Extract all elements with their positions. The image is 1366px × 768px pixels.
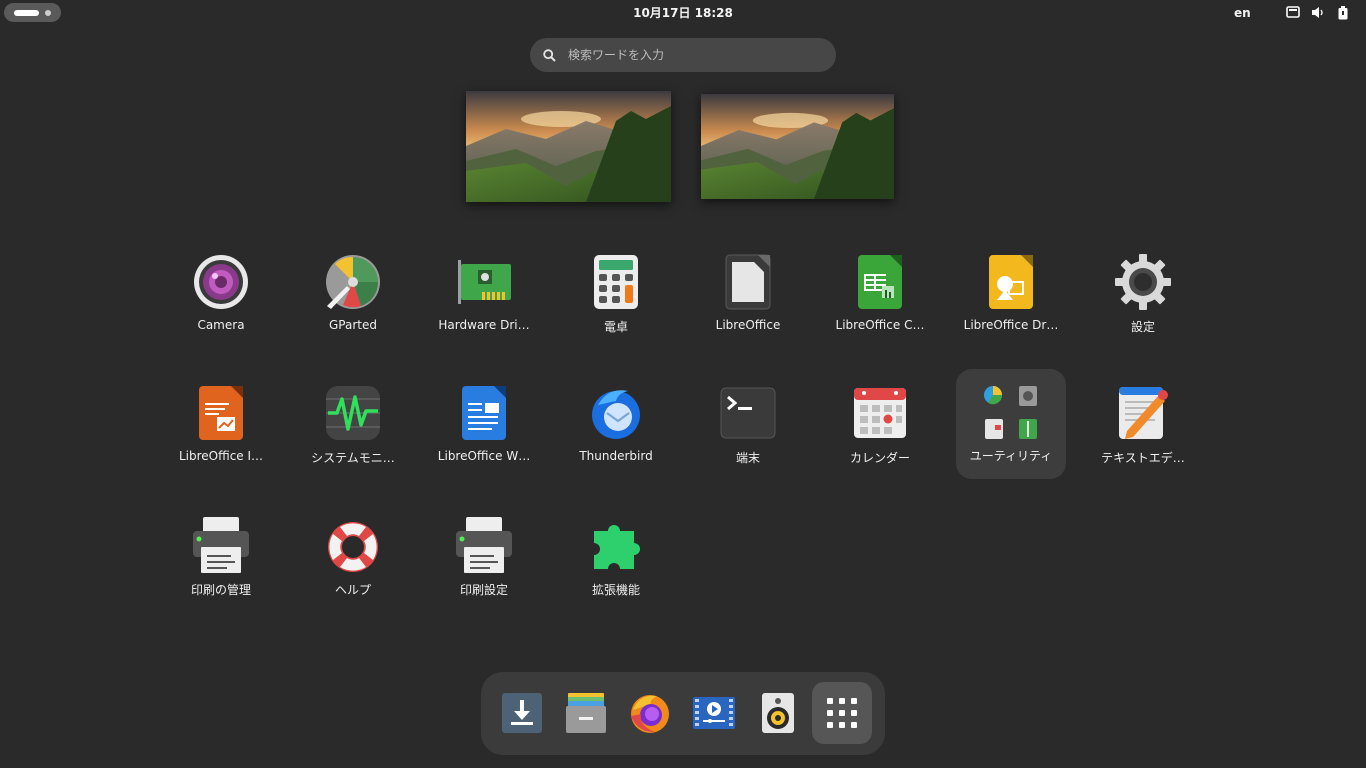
app-libreoffice-writer[interactable]: LibreOffice W… [429,371,539,481]
search-icon [543,49,556,62]
app-label: LibreOffice W… [437,449,531,463]
app-print-manager[interactable]: 印刷の管理 [166,503,276,613]
app-label: ユーティリティ [969,449,1053,463]
print-manager-icon [193,517,249,573]
app-label: LibreOffice Dr… [963,318,1059,332]
utilities-folder-icon [984,386,1037,439]
app-label: ヘルプ [334,583,371,597]
app-label: LibreOffice C… [835,318,925,332]
search-placeholder: 検索ワードを入力 [568,48,665,62]
app-label: システムモニ… [311,451,395,465]
app-libreoffice-calc[interactable]: LibreOffice C… [825,240,935,350]
firefox-icon [631,695,669,733]
libreoffice-writer-icon [462,386,506,440]
app-label: テキストエデ… [1101,451,1185,465]
app-thunderbird[interactable]: Thunderbird [561,371,671,481]
app-gparted[interactable]: GParted [298,240,408,350]
battery-icon[interactable] [1338,6,1348,20]
dock-rhythmbox[interactable] [748,682,808,744]
app-libreoffice-impress[interactable]: LibreOffice I… [166,371,276,481]
file-cabinet-icon [566,693,606,733]
app-terminal[interactable]: 端末 [693,371,803,481]
search-box[interactable]: 検索ワードを入力 [530,38,836,72]
workspace-indicator [45,10,51,16]
app-label: Thunderbird [579,449,653,463]
app-grid-icon [827,698,857,728]
app-label: 印刷設定 [459,583,508,597]
dock-downloads[interactable] [492,682,552,744]
download-icon [502,693,542,733]
print-settings-icon [456,517,512,573]
help-lifebuoy-icon [328,522,378,572]
app-calendar[interactable]: カレンダー [825,371,935,481]
app-label: 端末 [735,451,760,465]
screen-icon[interactable] [1286,6,1300,19]
app-label: Hardware Dri… [438,318,530,332]
clock[interactable]: 10月17日 18:28 [600,0,766,26]
extensions-puzzle-icon [594,525,640,569]
app-print-settings[interactable]: 印刷設定 [429,503,539,613]
app-utilities-folder[interactable]: ユーティリティ [956,369,1066,479]
app-label: Camera [197,318,245,332]
app-label: 設定 [1130,320,1155,334]
top-bar: 10月17日 18:28 en [0,0,1366,26]
app-hardware-drivers[interactable]: Hardware Dri… [429,240,539,350]
app-calculator[interactable]: 電卓 [561,240,671,350]
activities-button[interactable] [4,3,61,22]
app-text-editor[interactable]: テキストエデ… [1088,371,1198,481]
workspace-2-thumbnail[interactable] [701,94,894,199]
speaker-icon [762,693,794,733]
camera-icon [194,255,248,309]
app-camera[interactable]: Camera [166,240,276,350]
libreoffice-draw-icon [989,255,1033,309]
dock-videos[interactable] [684,682,744,744]
system-monitor-icon [326,386,380,440]
thunderbird-icon [592,390,640,439]
input-language[interactable]: en [1234,0,1251,26]
app-label: カレンダー [849,451,910,465]
app-system-monitor[interactable]: システムモニ… [298,371,408,481]
app-libreoffice-draw[interactable]: LibreOffice Dr… [956,240,1066,350]
app-label: 拡張機能 [591,583,640,597]
app-help[interactable]: ヘルプ [298,503,408,613]
app-label: LibreOffice I… [178,449,264,463]
app-extensions[interactable]: 拡張機能 [561,503,671,613]
app-label: 印刷の管理 [190,583,251,597]
app-libreoffice[interactable]: LibreOffice [693,240,803,350]
terminal-icon [720,387,776,439]
libreoffice-calc-icon [858,255,902,309]
libreoffice-impress-icon [199,386,243,440]
dock [481,672,885,755]
workspace-indicator-active [14,10,39,16]
app-label: LibreOffice [715,318,781,332]
video-player-icon [693,697,735,729]
app-label: 電卓 [603,320,628,334]
calculator-icon [594,255,638,309]
workspace-1-thumbnail[interactable] [466,91,671,202]
libreoffice-icon [725,254,771,310]
show-applications-button[interactable] [812,682,872,744]
settings-gear-icon [1115,254,1171,310]
text-editor-icon [1119,387,1168,439]
dock-firefox[interactable] [620,682,680,744]
volume-icon[interactable] [1311,6,1325,19]
hardware-drivers-icon [458,260,511,304]
gparted-icon [326,255,380,309]
dock-files[interactable] [556,682,616,744]
app-label: GParted [329,318,377,332]
app-settings[interactable]: 設定 [1088,240,1198,350]
calendar-icon [854,388,906,438]
